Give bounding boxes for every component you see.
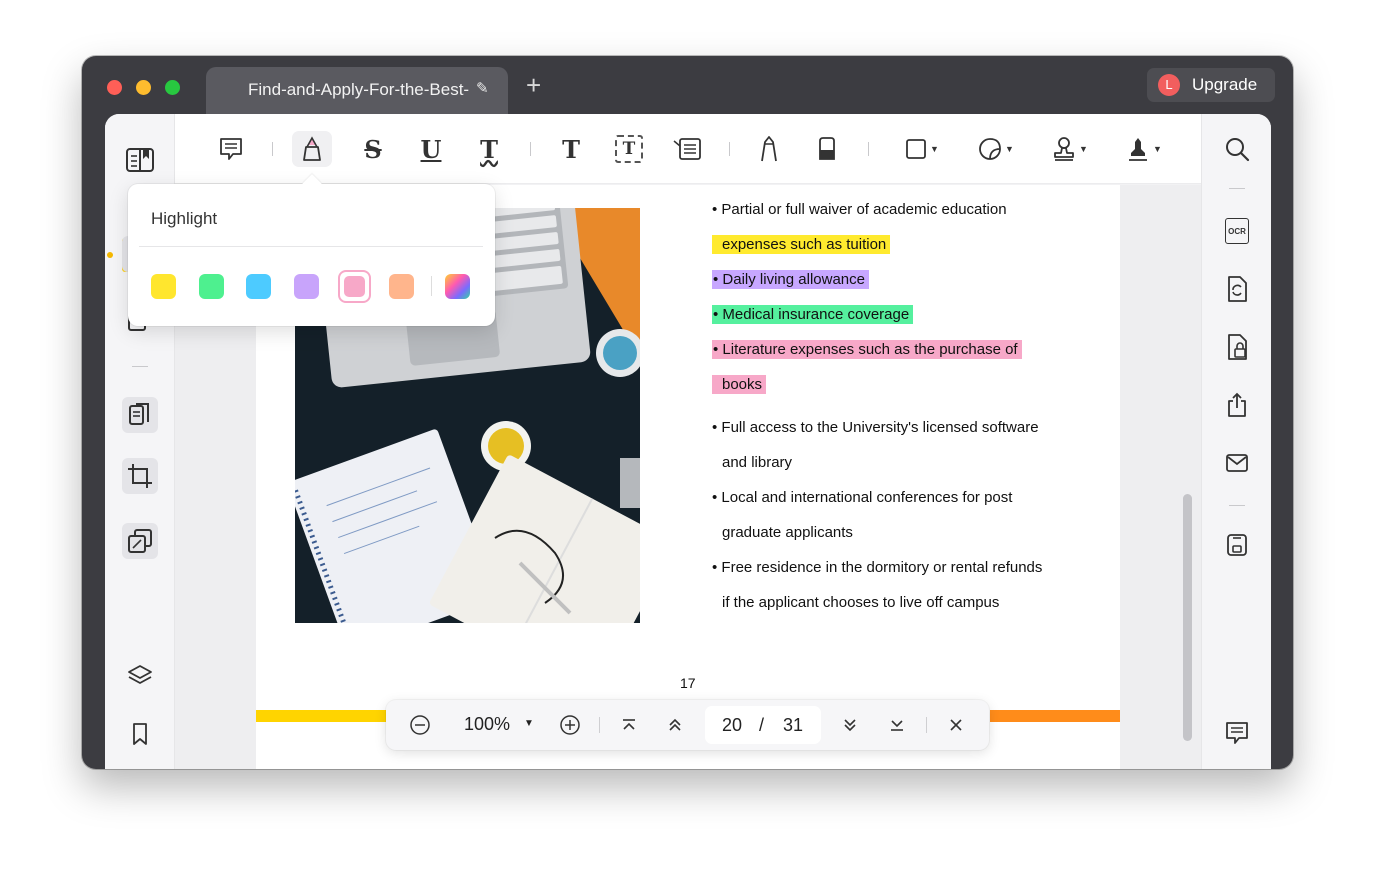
color-swatch-pink-selected[interactable] [338, 270, 371, 303]
list-item-highlighted[interactable]: books [712, 374, 767, 396]
tab-title: Find-and-Apply-For-the-Best-Institutes-I… [248, 80, 470, 99]
sidebar-divider [132, 366, 148, 367]
squiggly-icon[interactable]: T [471, 131, 507, 167]
organize-pages-icon[interactable] [122, 397, 158, 433]
sidebar-divider [1229, 188, 1245, 189]
toolbar-divider [729, 142, 730, 156]
toolbar-divider [530, 142, 531, 156]
page-number: 17 [680, 675, 696, 691]
email-icon[interactable] [1219, 445, 1255, 481]
ocr-icon[interactable]: OCR [1219, 213, 1255, 249]
list-item: • Full access to the University's licens… [712, 419, 1039, 436]
page-navigation-bar: 100% ▼ 20 / 31 [386, 700, 989, 750]
signature-icon[interactable]: ▼ [1121, 131, 1167, 167]
highlight-popover: Highlight [128, 174, 495, 326]
avatar: L [1158, 74, 1180, 96]
total-pages: 31 [783, 715, 804, 735]
color-swatch-green[interactable] [199, 274, 224, 299]
text-box-icon[interactable]: T [611, 131, 647, 167]
zoom-level[interactable]: 100% [464, 714, 510, 735]
comment-list-icon[interactable] [1219, 715, 1255, 751]
first-page-icon[interactable] [618, 713, 640, 737]
last-page-icon[interactable] [886, 713, 908, 737]
note-icon[interactable] [215, 131, 247, 167]
convert-icon[interactable] [1219, 271, 1255, 307]
zoom-in-icon[interactable] [558, 713, 582, 737]
list-item-highlighted[interactable]: • Daily living allowance [712, 269, 869, 291]
layers-icon[interactable] [122, 658, 158, 694]
document-tab[interactable]: Find-and-Apply-For-the-Best-Institutes-I… [206, 67, 508, 114]
upgrade-label: Upgrade [1192, 75, 1258, 94]
page-separator: / [759, 715, 765, 735]
plus-icon[interactable]: + [526, 72, 541, 98]
right-sidebar: OCR [1201, 114, 1271, 769]
list-item-highlighted[interactable]: • Medical insurance coverage [712, 304, 914, 326]
share-icon[interactable] [1219, 387, 1255, 423]
list-item-highlighted[interactable]: expenses such as tuition [712, 234, 891, 256]
chevron-down-icon: ▼ [1153, 144, 1162, 154]
bookmark-icon[interactable] [122, 716, 158, 752]
popover-divider [139, 246, 483, 247]
color-swatch-yellow[interactable] [151, 274, 176, 299]
chevron-down-icon: ▼ [1005, 144, 1014, 154]
active-mode-dot [107, 252, 113, 258]
page-tools-icon[interactable] [122, 523, 158, 559]
sidebar-divider [1229, 505, 1245, 506]
toolbar-divider [868, 142, 869, 156]
nav-divider [599, 717, 600, 733]
scrollbar-thumb[interactable] [1183, 494, 1192, 741]
sticker-icon[interactable]: ▼ [973, 131, 1019, 167]
nav-divider [926, 717, 927, 733]
page-footer-stripe [990, 710, 1120, 722]
highlight-icon[interactable] [292, 131, 332, 167]
list-item: graduate applicants [722, 524, 853, 541]
popover-title: Highlight [151, 209, 218, 228]
list-item: • Free residence in the dormitory or ren… [712, 559, 1043, 576]
list-item: if the applicant chooses to live off cam… [722, 594, 1000, 611]
chevron-down-icon: ▼ [930, 144, 939, 154]
app-window: Find-and-Apply-For-the-Best-Institutes-I… [82, 56, 1293, 769]
list-item: and library [722, 454, 793, 471]
zoom-out-icon[interactable] [408, 713, 432, 737]
crop-pages-icon[interactable] [122, 458, 158, 494]
search-icon[interactable] [1219, 131, 1255, 167]
page-number-input[interactable]: 20 / 31 [705, 706, 821, 744]
eraser-icon[interactable] [809, 131, 845, 167]
page-footer-stripe [256, 710, 386, 722]
stamp-icon[interactable]: ▼ [1047, 131, 1093, 167]
annotation-toolbar: S U T T T ▼ ▼ ▼ ▼ [175, 114, 1201, 184]
underline-icon[interactable]: U [413, 131, 449, 167]
chevron-down-icon: ▼ [1079, 144, 1088, 154]
color-swatch-purple[interactable] [294, 274, 319, 299]
list-item: • Partial or full waiver of academic edu… [712, 201, 1007, 218]
color-swatch-orange[interactable] [389, 274, 414, 299]
pencil-icon[interactable]: ✎ [476, 79, 489, 97]
text-icon[interactable]: T [553, 131, 589, 167]
protect-icon[interactable] [1219, 329, 1255, 365]
pencil-icon[interactable] [751, 131, 787, 167]
shape-icon[interactable]: ▼ [899, 131, 945, 167]
upgrade-button[interactable]: L Upgrade [1147, 68, 1275, 102]
save-icon[interactable] [1219, 527, 1255, 563]
swatch-divider [431, 276, 432, 296]
chevron-down-icon[interactable]: ▼ [524, 718, 534, 729]
close-window-button[interactable] [107, 80, 122, 95]
text-callout-icon[interactable] [669, 131, 705, 167]
current-page[interactable]: 20 [722, 715, 742, 736]
close-icon[interactable] [945, 713, 967, 737]
list-item-highlighted[interactable]: • Literature expenses such as the purcha… [712, 339, 1022, 361]
reader-mode-icon[interactable] [122, 142, 158, 178]
list-item: • Local and international conferences fo… [712, 489, 1013, 506]
color-swatch-blue[interactable] [246, 274, 271, 299]
zoom-window-button[interactable] [165, 80, 180, 95]
custom-color-picker[interactable] [445, 274, 470, 299]
next-page-icon[interactable] [839, 713, 861, 737]
toolbar-divider [272, 142, 273, 156]
previous-page-icon[interactable] [664, 713, 686, 737]
minimize-window-button[interactable] [136, 80, 151, 95]
strikethrough-icon[interactable]: S [355, 131, 391, 167]
